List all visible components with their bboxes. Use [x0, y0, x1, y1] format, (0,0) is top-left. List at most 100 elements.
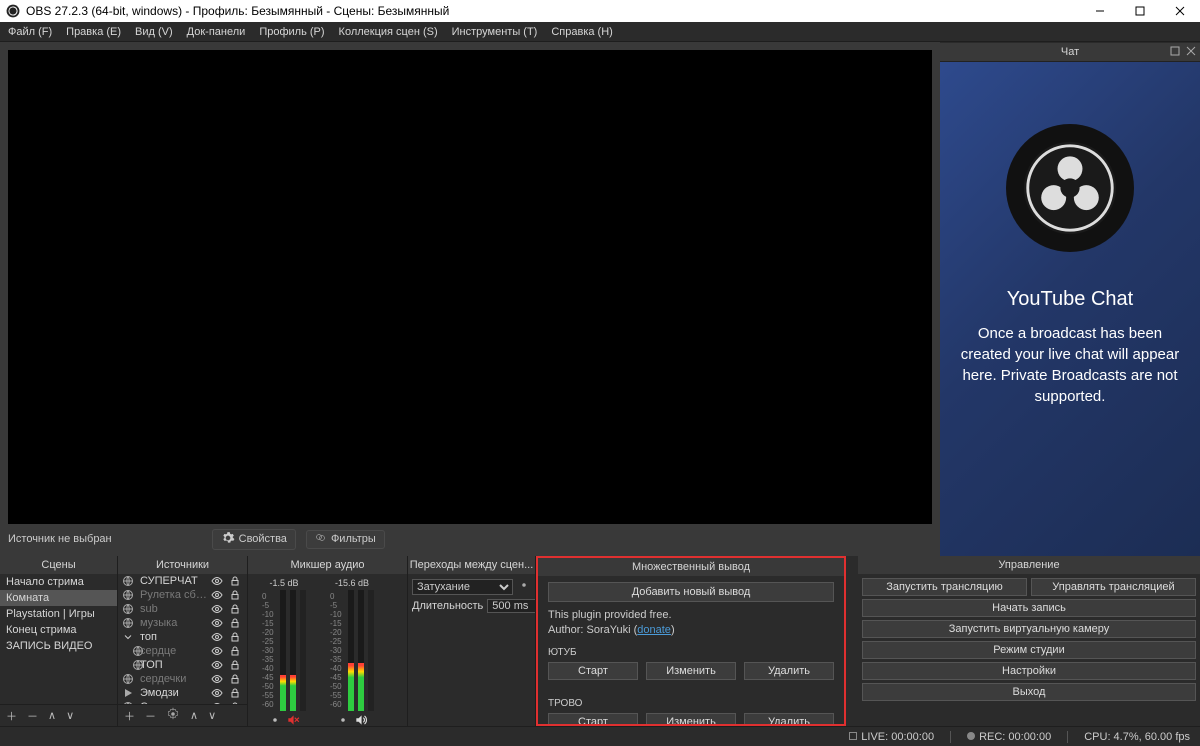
lock-toggle[interactable] — [229, 631, 243, 643]
source-row[interactable]: топ — [118, 630, 247, 644]
menu-file[interactable]: Файл (F) — [8, 26, 52, 38]
status-live: LIVE: 00:00:00 — [849, 731, 934, 743]
scene-item[interactable]: ЗАПИСЬ ВИДЕО — [0, 638, 117, 654]
source-row[interactable]: сердце — [118, 644, 247, 658]
audio-meter — [358, 590, 364, 711]
scene-down-button[interactable]: ∨ — [66, 709, 74, 722]
visibility-toggle[interactable] — [211, 659, 225, 671]
scene-item[interactable]: Конец стрима — [0, 622, 117, 638]
obs-logo-icon — [1006, 124, 1134, 252]
no-source-label: Источник не выбран — [8, 533, 112, 545]
transition-select[interactable]: Затухание — [412, 579, 513, 595]
menu-view[interactable]: Вид (V) — [135, 26, 173, 38]
source-properties-button[interactable]: Свойства — [212, 529, 296, 550]
control-button[interactable]: Настройки — [862, 662, 1196, 680]
window-maximize-button[interactable] — [1120, 0, 1160, 22]
lock-toggle[interactable] — [229, 603, 243, 615]
control-button[interactable]: Выход — [862, 683, 1196, 701]
control-button[interactable]: Запустить трансляцию — [862, 578, 1027, 596]
source-down-button[interactable]: ∨ — [208, 709, 216, 722]
visibility-toggle[interactable] — [211, 645, 225, 657]
source-row[interactable]: СУПЕРЧАТ — [118, 574, 247, 588]
remove-source-button[interactable]: － — [145, 708, 156, 724]
source-row[interactable]: Эмодзи — [118, 686, 247, 700]
source-row[interactable]: ТОП — [118, 658, 247, 672]
output-старт-button[interactable]: Старт — [548, 662, 638, 680]
visibility-toggle[interactable] — [211, 631, 225, 643]
source-up-button[interactable]: ∧ — [190, 709, 198, 722]
add-source-button[interactable]: ＋ — [124, 708, 135, 724]
chevd-icon — [122, 631, 136, 643]
menu-tools[interactable]: Инструменты (T) — [452, 26, 538, 38]
output-group-label: ТРОВО — [548, 698, 834, 709]
dock-close-icon[interactable] — [1186, 46, 1196, 59]
source-row[interactable]: музыка — [118, 616, 247, 630]
menu-help[interactable]: Справка (H) — [551, 26, 612, 38]
scenes-dock-header[interactable]: Сцены — [0, 556, 117, 574]
add-scene-button[interactable]: ＋ — [6, 708, 17, 724]
lock-toggle[interactable] — [229, 575, 243, 587]
sources-dock-header[interactable]: Источники — [118, 556, 247, 574]
donate-link[interactable]: donate — [637, 624, 671, 636]
transitions-dock-header[interactable]: Переходы между сцен... — [408, 556, 535, 574]
visibility-toggle[interactable] — [211, 589, 225, 601]
mixer-dock-header[interactable]: Микшер аудио — [248, 556, 407, 574]
visibility-toggle[interactable] — [211, 603, 225, 615]
scene-item[interactable]: Комната — [0, 590, 117, 606]
window-close-button[interactable] — [1160, 0, 1200, 22]
remove-scene-button[interactable]: － — [27, 708, 38, 724]
status-bar: LIVE: 00:00:00 REC: 00:00:00 CPU: 4.7%, … — [0, 726, 1200, 746]
control-button[interactable]: Запустить виртуальную камеру — [862, 620, 1196, 638]
control-button[interactable]: Управлять трансляцией — [1031, 578, 1196, 596]
menu-edit[interactable]: Правка (E) — [66, 26, 121, 38]
chat-description: Once a broadcast has been created your l… — [958, 323, 1182, 407]
lock-toggle[interactable] — [229, 645, 243, 657]
lock-toggle[interactable] — [229, 617, 243, 629]
scene-item[interactable]: Начало стрима — [0, 574, 117, 590]
visibility-toggle[interactable] — [211, 575, 225, 587]
output-удалить-button[interactable]: Удалить — [744, 662, 834, 680]
volume-slider[interactable] — [300, 590, 306, 711]
speaker-icon[interactable] — [354, 713, 368, 726]
output-изменить-button[interactable]: Изменить — [646, 713, 736, 724]
menu-profile[interactable]: Профиль (P) — [259, 26, 324, 38]
lock-toggle[interactable] — [229, 659, 243, 671]
visibility-toggle[interactable] — [211, 673, 225, 685]
source-row[interactable]: сердечки — [118, 672, 247, 686]
source-name: сердце — [140, 645, 207, 657]
menu-docks[interactable]: Док-панели — [187, 26, 246, 38]
lock-toggle[interactable] — [229, 687, 243, 699]
source-row[interactable]: Рулетка сбор — [118, 588, 247, 602]
source-filters-button[interactable]: Фильтры — [306, 530, 385, 549]
multi-output-dock-header[interactable]: Множественный вывод — [538, 558, 844, 576]
dock-popout-icon[interactable] — [1170, 46, 1180, 59]
chat-body: YouTube Chat Once a broadcast has been c… — [940, 62, 1200, 556]
window-minimize-button[interactable] — [1080, 0, 1120, 22]
scene-item[interactable]: Playstation | Игры — [0, 606, 117, 622]
controls-dock-header[interactable]: Управление — [858, 556, 1200, 574]
transition-duration-input[interactable] — [487, 599, 535, 613]
add-output-button[interactable]: Добавить новый вывод — [548, 582, 834, 602]
visibility-toggle[interactable] — [211, 687, 225, 699]
visibility-toggle[interactable] — [211, 617, 225, 629]
preview-canvas[interactable] — [8, 50, 932, 524]
menu-scene-collection[interactable]: Коллекция сцен (S) — [339, 26, 438, 38]
output-изменить-button[interactable]: Изменить — [646, 662, 736, 680]
scene-up-button[interactable]: ∧ — [48, 709, 56, 722]
source-props-button[interactable] — [166, 707, 180, 724]
output-старт-button[interactable]: Старт — [548, 713, 638, 724]
control-button[interactable]: Режим студии — [862, 641, 1196, 659]
globe-icon — [122, 575, 136, 587]
transition-settings-button[interactable] — [517, 578, 531, 595]
channel-settings-button[interactable] — [268, 713, 282, 726]
lock-toggle[interactable] — [229, 673, 243, 685]
volume-slider[interactable] — [368, 590, 374, 711]
output-удалить-button[interactable]: Удалить — [744, 713, 834, 724]
channel-settings-button[interactable] — [336, 713, 350, 726]
control-button[interactable]: Начать запись — [862, 599, 1196, 617]
chat-dock-header[interactable]: Чат — [940, 42, 1200, 62]
lock-toggle[interactable] — [229, 589, 243, 601]
globe-icon — [122, 673, 136, 685]
source-row[interactable]: sub — [118, 602, 247, 616]
mute-icon[interactable] — [286, 713, 300, 726]
